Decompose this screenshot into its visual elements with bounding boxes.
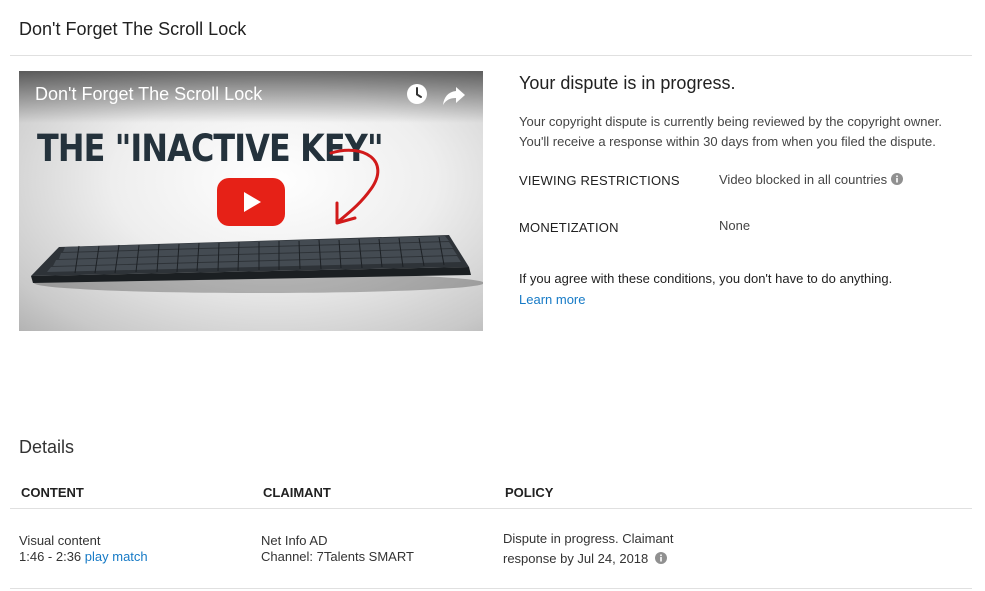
- viewing-restrictions-label: VIEWING RESTRICTIONS: [519, 173, 680, 188]
- viewing-restrictions-text: Video blocked in all countries: [719, 172, 888, 187]
- column-header-claimant: CLAIMANT: [263, 485, 331, 500]
- video-player[interactable]: Don't Forget The Scroll Lock THE "INACTI…: [19, 71, 483, 331]
- header-divider: [10, 508, 972, 509]
- content-type: Visual content: [19, 533, 101, 548]
- policy-response: response by Jul 24, 2018: [503, 549, 674, 569]
- learn-more-link[interactable]: Learn more: [519, 292, 585, 307]
- details-heading: Details: [19, 437, 75, 457]
- policy-response-text: response by Jul 24, 2018: [503, 551, 649, 566]
- info-icon[interactable]: [891, 173, 904, 185]
- title-divider: [10, 55, 972, 56]
- content-cell: Visual content 1:46 - 2:36 play match: [19, 533, 148, 565]
- claimant-name: Net Info AD: [261, 533, 328, 548]
- play-icon[interactable]: [217, 178, 285, 226]
- monetization-value: None: [719, 218, 751, 233]
- page-title: Don't Forget The Scroll Lock: [19, 19, 247, 39]
- claimant-channel: Channel: 7Talents SMART: [261, 549, 414, 564]
- time-range: 1:46 - 2:36 play match: [19, 549, 148, 565]
- row-divider: [10, 588, 972, 589]
- info-icon[interactable]: [655, 552, 668, 564]
- time-range-text: 1:46 - 2:36: [19, 549, 82, 564]
- viewing-restrictions-value: Video blocked in all countries: [719, 172, 904, 187]
- policy-status: Dispute in progress. Claimant: [503, 531, 674, 546]
- claimant-cell: Net Info AD Channel: 7Talents SMART: [261, 533, 414, 565]
- column-header-policy: POLICY: [505, 485, 554, 500]
- dispute-description: Your copyright dispute is currently bein…: [519, 114, 942, 149]
- dispute-heading: Your dispute is in progress.: [519, 73, 736, 93]
- monetization-label: MONETIZATION: [519, 220, 619, 235]
- agree-conditions-text: If you agree with these conditions, you …: [519, 271, 893, 286]
- play-match-link[interactable]: play match: [85, 549, 148, 564]
- column-header-content: CONTENT: [21, 485, 84, 500]
- policy-cell: Dispute in progress. Claimant response b…: [503, 529, 674, 569]
